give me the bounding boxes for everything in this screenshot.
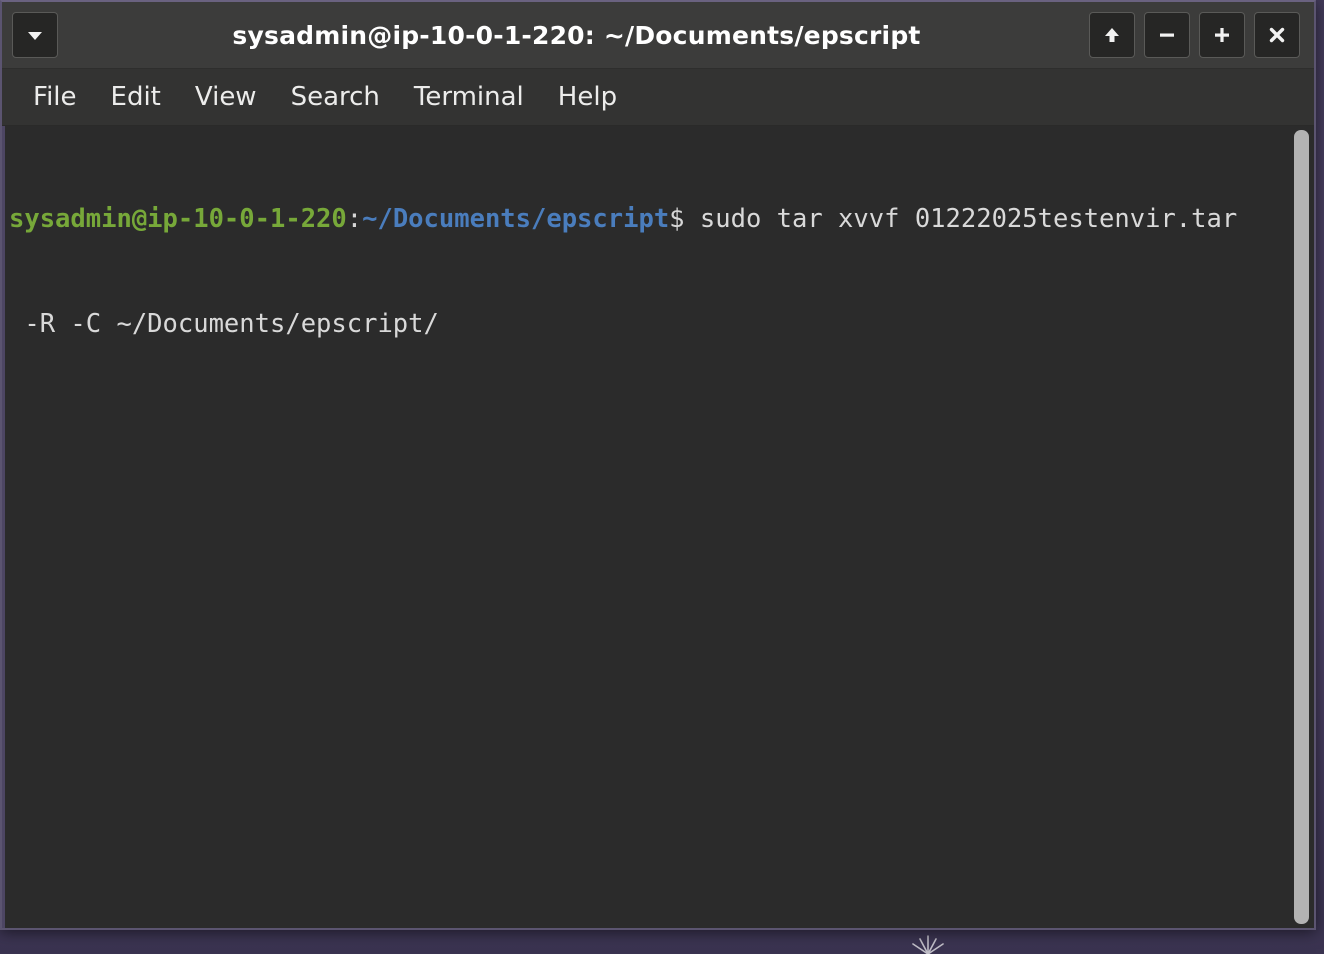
terminal-command-part-2: -R -C ~/Documents/epscript/ — [9, 309, 439, 339]
window-menu-button[interactable] — [12, 12, 58, 58]
menu-item-terminal[interactable]: Terminal — [397, 78, 541, 116]
window-title: sysadmin@ip-10-0-1-220: ~/Documents/epsc… — [232, 20, 921, 50]
terminal-scrollbar-thumb[interactable] — [1293, 130, 1309, 924]
prompt-user-host: sysadmin@ip-10-0-1-220 — [9, 204, 347, 234]
prompt-separator: : — [346, 204, 363, 234]
window-controls — [1089, 12, 1300, 58]
plus-icon — [1215, 28, 1229, 42]
terminal-scrollbar[interactable] — [1288, 126, 1314, 928]
menu-item-help[interactable]: Help — [541, 78, 634, 116]
terminal-line-2: -R -C ~/Documents/epscript/ — [9, 307, 1288, 342]
terminal-body: sysadmin@ip-10-0-1-220:~/Documents/epscr… — [2, 126, 1314, 928]
menu-item-search[interactable]: Search — [274, 78, 397, 116]
close-icon — [1269, 27, 1285, 43]
terminal-window: sysadmin@ip-10-0-1-220: ~/Documents/epsc… — [0, 0, 1316, 930]
sparkle-icon — [912, 935, 944, 954]
menu-item-view[interactable]: View — [178, 78, 274, 116]
minimize-window-button[interactable] — [1144, 12, 1190, 58]
terminal-screen[interactable]: sysadmin@ip-10-0-1-220:~/Documents/epscr… — [5, 126, 1288, 928]
menu-item-edit[interactable]: Edit — [94, 78, 178, 116]
desktop-background: sysadmin@ip-10-0-1-220: ~/Documents/epsc… — [0, 0, 1324, 954]
shade-window-button[interactable] — [1089, 12, 1135, 58]
minus-icon — [1160, 33, 1174, 37]
prompt-path: ~/Documents/epscript — [362, 204, 670, 234]
menubar: File Edit View Search Terminal Help — [2, 69, 1314, 126]
terminal-line-1: sysadmin@ip-10-0-1-220:~/Documents/epscr… — [9, 202, 1288, 237]
menu-item-file[interactable]: File — [16, 78, 94, 116]
up-arrow-icon — [1105, 28, 1119, 42]
window-titlebar[interactable]: sysadmin@ip-10-0-1-220: ~/Documents/epsc… — [2, 2, 1314, 69]
prompt-sigil: $ — [669, 204, 685, 234]
maximize-window-button[interactable] — [1199, 12, 1245, 58]
close-window-button[interactable] — [1254, 12, 1300, 58]
chevron-down-icon — [28, 32, 42, 40]
terminal-command-part-1: sudo tar xvvf 01222025testenvir.tar — [684, 204, 1238, 234]
